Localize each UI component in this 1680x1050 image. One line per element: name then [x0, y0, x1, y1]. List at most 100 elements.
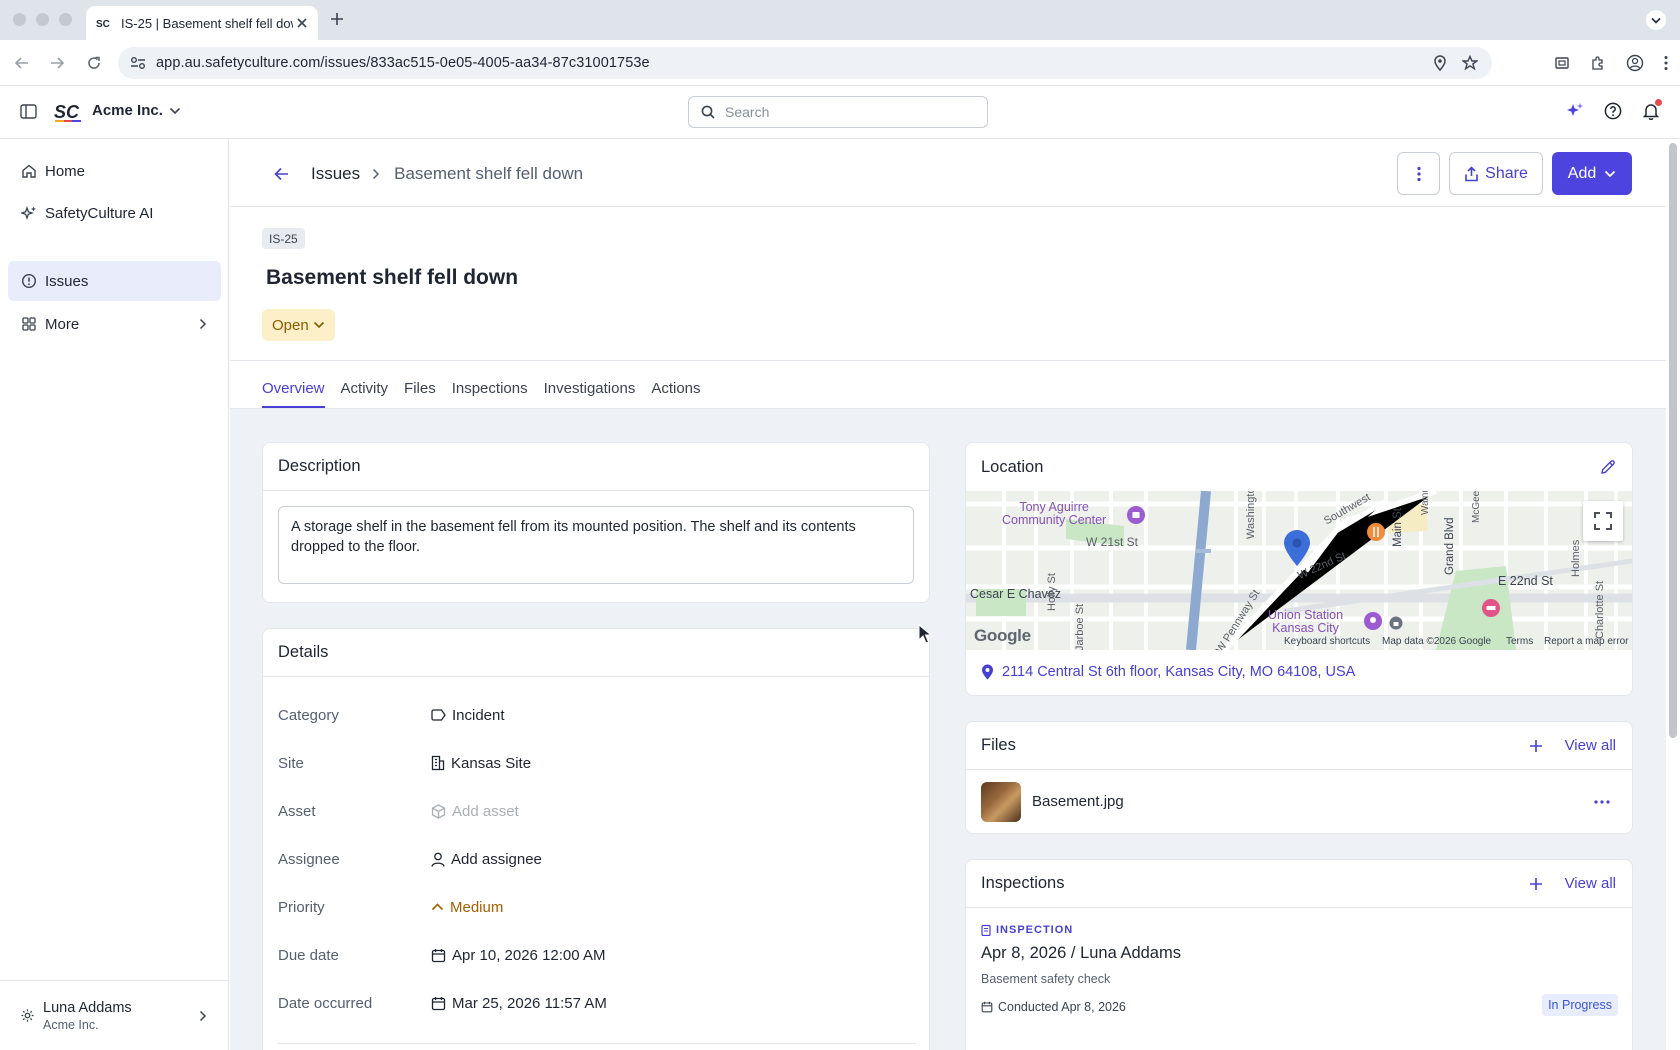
- category-value[interactable]: Incident: [431, 707, 505, 724]
- location-map[interactable]: Tony Aguirre Community Center W 21st St C…: [966, 491, 1632, 650]
- issue-title[interactable]: Basement shelf fell down: [266, 266, 518, 290]
- breadcrumb: Issues Basement shelf fell down: [274, 159, 583, 189]
- add-assignee-button[interactable]: Add assignee: [431, 851, 542, 868]
- ai-sparkle-icon[interactable]: [1566, 102, 1584, 120]
- location-address-link[interactable]: 2114 Central St 6th floor, Kansas City, …: [981, 664, 1355, 680]
- files-heading: Files: [981, 736, 1016, 754]
- detail-row-category: Category Incident: [278, 703, 505, 727]
- inspections-header: Inspections View all: [966, 860, 1632, 908]
- detail-label: Priority: [278, 898, 325, 916]
- main-content: Issues Basement shelf fell down Share Ad…: [230, 139, 1666, 1050]
- safetyculture-logo-icon[interactable]: SC: [54, 100, 84, 124]
- sidebar: Home SafetyCulture AI Issues More Luna A…: [0, 139, 229, 1050]
- building-icon: [431, 755, 445, 771]
- address-bar[interactable]: app.au.safetyculture.com/issues/833ac515…: [118, 47, 1492, 79]
- more-horizontal-icon[interactable]: [1594, 799, 1610, 804]
- back-arrow-icon[interactable]: [274, 167, 289, 181]
- detail-label: Due date: [278, 946, 339, 964]
- svg-text:SC: SC: [96, 19, 110, 29]
- page-scrollbar[interactable]: [1666, 139, 1680, 1050]
- favicon-icon: SC: [96, 19, 110, 29]
- sidebar-item-more[interactable]: More: [8, 304, 221, 344]
- location-pin-icon[interactable]: [1432, 55, 1448, 71]
- file-item[interactable]: Basement.jpg: [966, 770, 1632, 833]
- detail-row-asset: Asset Add asset: [278, 799, 519, 823]
- due-date-value[interactable]: Apr 10, 2026 12:00 AM: [431, 947, 605, 964]
- profile-icon[interactable]: [1626, 54, 1644, 72]
- tab-title: IS-25 | Basement shelf fell down: [121, 15, 293, 31]
- map-label-mcgee: McGee: [1471, 491, 1482, 523]
- priority-text: Medium: [450, 898, 504, 916]
- global-search[interactable]: [688, 96, 988, 128]
- files-view-all-link[interactable]: View all: [1565, 737, 1616, 754]
- detail-label: Category: [278, 706, 339, 724]
- notifications-button[interactable]: [1642, 99, 1662, 120]
- site-value[interactable]: Kansas Site: [431, 755, 531, 772]
- add-asset-button[interactable]: Add asset: [431, 803, 519, 820]
- cast-icon[interactable]: [1554, 55, 1570, 71]
- window-minimize-button[interactable]: [36, 13, 49, 26]
- tab-overview[interactable]: Overview: [262, 380, 325, 408]
- category-text: Incident: [452, 706, 505, 724]
- browser-toolbar: app.au.safetyculture.com/issues/833ac515…: [0, 40, 1680, 86]
- tab-search-icon[interactable]: [1646, 10, 1666, 30]
- sidebar-item-home[interactable]: Home: [8, 151, 221, 191]
- sidebar-toggle-icon[interactable]: [20, 104, 37, 119]
- back-arrow-icon[interactable]: [14, 55, 30, 71]
- inspections-view-all-link[interactable]: View all: [1565, 875, 1616, 892]
- add-label: Add: [1567, 164, 1597, 182]
- tab-actions[interactable]: Actions: [651, 380, 700, 408]
- scrollbar-thumb[interactable]: [1669, 143, 1677, 738]
- description-field[interactable]: A storage shelf in the basement fell fro…: [278, 506, 914, 584]
- chevron-down-icon: [313, 321, 324, 329]
- files-header: Files View all: [966, 722, 1632, 770]
- search-input[interactable]: [725, 104, 975, 120]
- tab-close-icon[interactable]: [296, 17, 308, 29]
- reload-icon[interactable]: [86, 55, 102, 71]
- org-switcher[interactable]: Acme Inc.: [92, 102, 181, 119]
- tab-investigations[interactable]: Investigations: [544, 380, 636, 408]
- date-occurred-value[interactable]: Mar 25, 2026 11:57 AM: [431, 995, 607, 1012]
- add-button[interactable]: Add: [1552, 152, 1632, 195]
- window-zoom-button[interactable]: [59, 13, 72, 26]
- user-name: Luna Addams: [43, 999, 132, 1016]
- map-label-grand: Grand Blvd: [1444, 517, 1456, 575]
- issue-tabs: Overview Activity Files Inspections Inve…: [262, 380, 701, 408]
- browser-menu-icon[interactable]: [1664, 55, 1668, 71]
- share-button[interactable]: Share: [1449, 152, 1543, 195]
- map-fullscreen-button[interactable]: [1583, 501, 1623, 541]
- browser-tab[interactable]: SC IS-25 | Basement shelf fell down: [86, 6, 318, 40]
- bookmark-star-icon[interactable]: [1462, 55, 1478, 71]
- extensions-icon[interactable]: [1590, 55, 1606, 71]
- lock-poi-icon: [1389, 616, 1403, 630]
- priority-value[interactable]: Medium: [431, 899, 503, 916]
- status-dropdown[interactable]: Open: [262, 309, 335, 341]
- plus-icon[interactable]: [1529, 739, 1543, 753]
- tab-files[interactable]: Files: [404, 380, 436, 408]
- window-close-button[interactable]: [13, 13, 26, 26]
- detail-label: Asset: [278, 802, 316, 820]
- map-keyboard-shortcuts[interactable]: Keyboard shortcuts: [1284, 636, 1370, 647]
- new-tab-icon[interactable]: [328, 10, 346, 28]
- plus-icon[interactable]: [1529, 877, 1543, 891]
- site-settings-icon[interactable]: [130, 56, 146, 70]
- inspections-card: Inspections View all INSPECTION Apr 8, 2…: [965, 859, 1633, 1050]
- help-icon[interactable]: [1604, 102, 1622, 120]
- tabs-divider: [230, 360, 1666, 361]
- edit-pencil-icon[interactable]: [1600, 459, 1616, 475]
- sidebar-item-issues[interactable]: Issues: [8, 261, 221, 301]
- user-menu[interactable]: Luna Addams Acme Inc.: [0, 980, 229, 1050]
- breadcrumb-issues-link[interactable]: Issues: [311, 164, 360, 184]
- kebab-menu-icon: [1416, 166, 1421, 181]
- share-icon: [1465, 165, 1478, 181]
- map-data-attribution: Map data ©2026 Google: [1382, 636, 1492, 647]
- tab-inspections[interactable]: Inspections: [452, 380, 528, 408]
- forward-arrow-icon[interactable]: [49, 55, 65, 71]
- tab-activity[interactable]: Activity: [341, 380, 389, 408]
- sidebar-item-safetyculture-ai[interactable]: SafetyCulture AI: [8, 193, 221, 233]
- map-terms-link[interactable]: Terms: [1506, 636, 1533, 647]
- sidebar-item-label: Home: [45, 162, 86, 180]
- map-report-error-link[interactable]: Report a map error: [1544, 636, 1628, 647]
- home-icon: [22, 164, 36, 178]
- more-options-button[interactable]: [1397, 152, 1440, 195]
